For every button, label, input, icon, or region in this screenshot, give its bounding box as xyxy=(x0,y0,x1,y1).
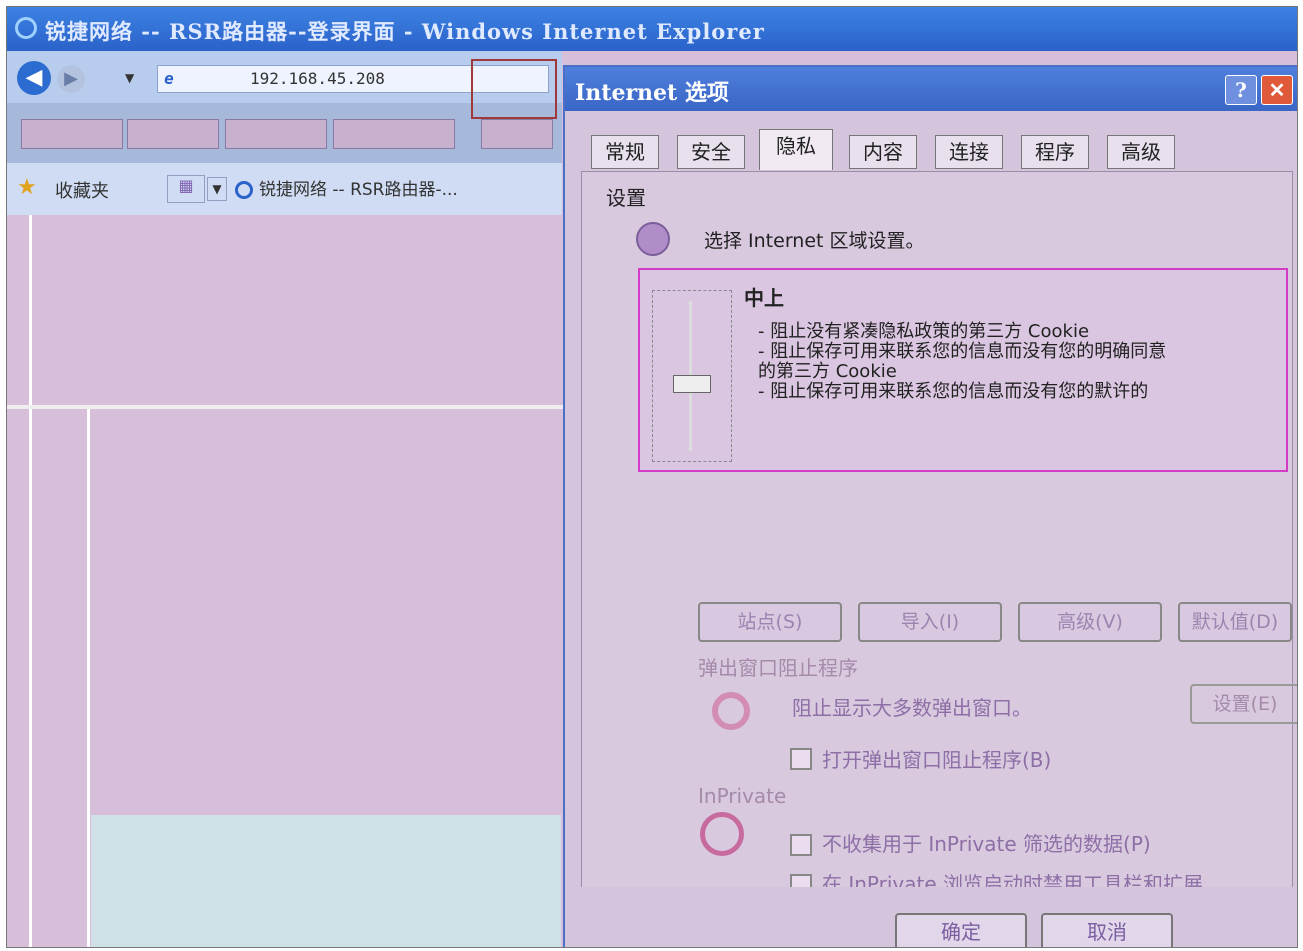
tab-privacy[interactable]: 隐私 xyxy=(759,129,833,170)
divider xyxy=(29,215,32,947)
inprivate-filter-checkbox[interactable] xyxy=(790,834,812,856)
tab-content[interactable]: 内容 xyxy=(849,135,917,169)
divider xyxy=(87,405,90,947)
privacy-slider[interactable] xyxy=(652,290,732,462)
tab-security[interactable]: 安全 xyxy=(677,135,745,169)
favorites-button[interactable]: 收藏夹 xyxy=(55,177,109,203)
toolbar-button[interactable] xyxy=(127,119,219,149)
toolbar-button[interactable] xyxy=(21,119,123,149)
tab-list-chevron-icon[interactable]: ▼ xyxy=(207,177,227,201)
internet-options-dialog: Internet 选项 ? ✕ 常规 安全 隐私 内容 连接 程序 高级 设置 … xyxy=(563,65,1297,947)
popup-blocker-group-title: 弹出窗口阻止程序 xyxy=(694,652,862,681)
favorites-star-icon: ★ xyxy=(17,175,37,200)
window-title: 锐捷网络 -- RSR路由器--登录界面 - Windows Internet … xyxy=(45,19,765,44)
cancel-button[interactable]: 取消 xyxy=(1041,913,1173,947)
privacy-bullet: - 阻止保存可用来联系您的信息而没有您的明确同意 xyxy=(758,341,1167,362)
privacy-level: 中上 xyxy=(744,286,784,310)
settings-group-title: 设置 xyxy=(602,182,650,211)
default-button[interactable]: 默认值(D) xyxy=(1178,602,1292,642)
tab-programs[interactable]: 程序 xyxy=(1021,135,1089,169)
inprivate-group-title: InPrivate xyxy=(694,784,791,808)
settings-description: 选择 Internet 区域设置。 xyxy=(704,230,925,252)
tab-connections[interactable]: 连接 xyxy=(935,135,1003,169)
content-block xyxy=(91,415,561,815)
help-button[interactable]: ? xyxy=(1225,75,1257,105)
sites-button[interactable]: 站点(S) xyxy=(698,602,842,642)
forward-button[interactable]: ▶ xyxy=(57,65,85,93)
inprivate-filter-label: 不收集用于 InPrivate 筛选的数据(P) xyxy=(822,832,1151,856)
highlight-box xyxy=(471,59,557,119)
import-button[interactable]: 导入(I) xyxy=(858,602,1002,642)
privacy-level-box: 中上 - 阻止没有紧凑隐私政策的第三方 Cookie - 阻止保存可用来联系您的… xyxy=(638,268,1288,472)
toolbar-button[interactable] xyxy=(333,119,455,149)
toolbar-button[interactable] xyxy=(481,119,553,149)
content-block xyxy=(91,815,561,947)
dialog-footer: 确定 取消 xyxy=(565,887,1297,947)
back-button[interactable]: ◀ xyxy=(17,61,51,95)
ie-tab-icon xyxy=(235,181,253,199)
slider-thumb[interactable] xyxy=(673,375,711,393)
privacy-bullet: - 阻止保存可用来联系您的信息而没有您的默许的 xyxy=(758,381,1149,402)
privacy-buttons: 站点(S) 导入(I) 高级(V) 默认值(D) xyxy=(698,602,1292,642)
quick-tabs-icon[interactable]: ▦ xyxy=(167,175,205,203)
browser-window: 锐捷网络 -- RSR路由器--登录界面 - Windows Internet … xyxy=(6,6,1298,948)
page-icon: e xyxy=(164,69,174,88)
close-button[interactable]: ✕ xyxy=(1261,75,1293,105)
dialog-title: Internet 选项 xyxy=(575,80,729,106)
privacy-description: - 阻止没有紧凑隐私政策的第三方 Cookie - 阻止保存可用来联系您的信息而… xyxy=(758,322,1268,402)
popup-blocker-checkbox[interactable] xyxy=(790,748,812,770)
ie-logo-icon xyxy=(15,17,37,39)
privacy-panel: 设置 选择 Internet 区域设置。 中上 - 阻止没有紧凑隐私政策的第三方… xyxy=(581,171,1297,896)
inprivate-icon xyxy=(700,812,744,856)
popup-blocker-icon xyxy=(712,692,750,730)
favorites-bar: ★ 收藏夹 ▦ ▼ 锐捷网络 -- RSR路由器-... xyxy=(7,163,562,217)
popup-settings-button[interactable]: 设置(E) xyxy=(1190,684,1297,724)
privacy-icon xyxy=(636,222,670,256)
privacy-bullet: - 阻止没有紧凑隐私政策的第三方 Cookie xyxy=(758,321,1090,342)
privacy-bullet: 的第三方 Cookie xyxy=(758,361,897,382)
popup-blocker-description: 阻止显示大多数弹出窗口。 xyxy=(792,696,1032,720)
history-dropdown-icon[interactable]: ▼ xyxy=(125,71,134,85)
popup-blocker-checkbox-label: 打开弹出窗口阻止程序(B) xyxy=(822,748,1052,772)
address-text: 192.168.45.208 xyxy=(250,69,385,88)
ok-button[interactable]: 确定 xyxy=(895,913,1027,947)
browser-tab[interactable]: 锐捷网络 -- RSR路由器-... xyxy=(235,175,535,205)
dialog-title-bar: Internet 选项 ? ✕ xyxy=(565,67,1297,111)
window-title-bar: 锐捷网络 -- RSR路由器--登录界面 - Windows Internet … xyxy=(7,7,1297,51)
browser-tab-label: 锐捷网络 -- RSR路由器-... xyxy=(259,180,458,200)
tab-advanced[interactable]: 高级 xyxy=(1107,135,1175,169)
advanced-button[interactable]: 高级(V) xyxy=(1018,602,1162,642)
toolbar-button[interactable] xyxy=(225,119,327,149)
page-content xyxy=(7,215,563,947)
divider xyxy=(7,405,563,409)
tab-general[interactable]: 常规 xyxy=(591,135,659,169)
